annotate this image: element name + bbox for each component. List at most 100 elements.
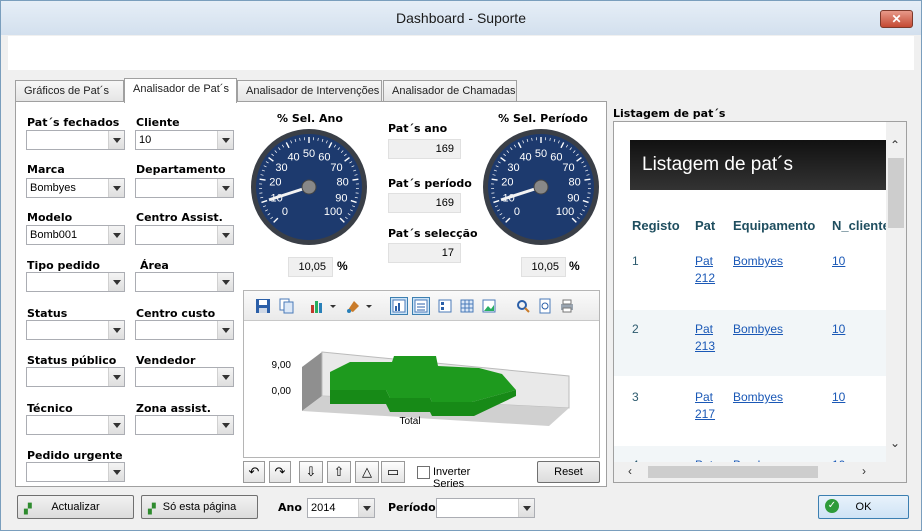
label-pats-ano: Pat´s ano — [388, 122, 448, 135]
cell-n-cliente-link[interactable]: 10 — [832, 390, 845, 404]
chevron-down-icon[interactable] — [328, 297, 338, 315]
centro-assist-select[interactable] — [135, 225, 234, 245]
close-button[interactable]: ✕ — [880, 10, 913, 28]
ok-button[interactable]: ✓ OK — [818, 495, 909, 519]
print-icon[interactable] — [558, 297, 576, 315]
cell-equipamento-link[interactable]: Bombyes — [733, 322, 783, 336]
actualizar-label: Actualizar — [51, 501, 100, 513]
select-value: Bombyes — [30, 182, 76, 194]
scroll-left-icon[interactable]: ‹ — [628, 464, 632, 478]
tab-analisador-chamadas[interactable]: Analisador de Chamadas — [383, 80, 517, 102]
tecnico-select[interactable] — [26, 415, 125, 435]
status-publico-select[interactable] — [26, 367, 125, 387]
actualizar-button[interactable]: ▞ Actualizar — [17, 495, 134, 519]
palette-icon[interactable] — [344, 297, 362, 315]
window-title: Dashboard - Suporte — [396, 10, 526, 26]
perspective-up-icon[interactable]: △ — [355, 461, 379, 483]
so-esta-pagina-button[interactable]: ▞ Só esta página — [141, 495, 258, 519]
pats-seleccao-value: 17 — [388, 243, 461, 263]
select-value: Bomb001 — [30, 229, 78, 241]
print-preview-icon[interactable] — [536, 297, 554, 315]
tilt-down-icon[interactable]: ⇩ — [299, 461, 323, 483]
chart-type-icon[interactable] — [308, 297, 326, 315]
table-row[interactable]: 1 Pat 212 Bombyes 10 — [614, 242, 886, 308]
label-pedido-urgente: Pedido urgente — [27, 449, 123, 462]
vendedor-select[interactable] — [135, 367, 234, 387]
pats-periodo-value: 169 — [388, 193, 461, 213]
rotate-left-icon[interactable]: ↶ — [243, 461, 265, 483]
scroll-down-icon[interactable]: ⌄ — [890, 436, 900, 450]
cell-registo: 3 — [632, 390, 639, 404]
grid-icon[interactable] — [458, 297, 476, 315]
y-tick-label: 9,00 — [272, 360, 292, 371]
gauge-tick-label: 80 — [568, 177, 580, 189]
cell-n-cliente-link[interactable]: 10 — [832, 254, 845, 268]
vertical-scrollbar[interactable]: ⌃ ⌄ — [886, 122, 906, 462]
view-data-icon[interactable] — [412, 297, 430, 315]
cell-pat-number[interactable]: 213 — [695, 339, 715, 353]
area-select[interactable] — [135, 272, 234, 292]
gauge-tick-label: 100 — [556, 206, 574, 218]
tab-analisador-intervencoes[interactable]: Analisador de Intervenções — [237, 80, 382, 102]
save-icon[interactable] — [254, 297, 272, 315]
copy-icon[interactable] — [278, 297, 296, 315]
table-row[interactable]: 3 Pat 217 Bombyes 10 — [614, 378, 886, 444]
ano-select[interactable]: 2014 — [307, 498, 375, 518]
cell-pat-link[interactable]: Pat — [695, 254, 713, 268]
label-status: Status — [27, 307, 68, 320]
scroll-right-icon[interactable]: › — [862, 464, 866, 478]
cell-equipamento-link[interactable]: Bombyes — [733, 254, 783, 268]
listagem-panel: Listagem de pat´s Registo Pat Equipament… — [613, 121, 907, 483]
rotate-right-icon[interactable]: ↷ — [269, 461, 291, 483]
reset-button[interactable]: Reset — [537, 461, 600, 483]
zoom-icon[interactable] — [514, 297, 532, 315]
view-chart-icon[interactable] — [390, 297, 408, 315]
image-icon[interactable] — [480, 297, 498, 315]
col-registo: Registo — [632, 218, 680, 233]
label-pats-fechados: Pat´s fechados — [27, 116, 120, 129]
gauge-ano-value: 10,05 — [288, 257, 333, 277]
modelo-select[interactable]: Bomb001 — [26, 225, 125, 245]
status-select[interactable] — [26, 320, 125, 340]
gauge-tick-label: 30 — [507, 162, 519, 174]
bar-chart: 9,00 0,00 Total — [272, 351, 570, 427]
cliente-select[interactable]: 10 — [135, 130, 234, 150]
chevron-down-icon — [108, 321, 124, 339]
scroll-up-icon[interactable]: ⌃ — [890, 138, 900, 152]
cell-equipamento-link[interactable]: Bombyes — [733, 390, 783, 404]
periodo-select[interactable] — [436, 498, 535, 518]
horizontal-scrollbar[interactable]: ‹ › — [614, 462, 906, 482]
cell-pat-number[interactable]: 217 — [695, 407, 715, 421]
inverter-series-checkbox[interactable] — [417, 466, 430, 479]
centro-custo-select[interactable] — [135, 320, 234, 340]
pedido-urgente-select[interactable] — [26, 462, 125, 482]
list-section-title: Listagem de pat´s — [613, 107, 726, 120]
tab-graficos[interactable]: Gráficos de Pat´s — [15, 80, 124, 102]
legend-icon[interactable] — [436, 297, 454, 315]
zona-assist-select[interactable] — [135, 415, 234, 435]
tilt-up-icon[interactable]: ⇧ — [327, 461, 351, 483]
pats-fechados-select[interactable] — [26, 130, 125, 150]
departamento-select[interactable] — [135, 178, 234, 198]
cell-pat-link[interactable]: Pat — [695, 390, 713, 404]
y-tick-label: 0,00 — [272, 386, 292, 397]
cell-pat-link[interactable]: Pat — [695, 322, 713, 336]
cell-n-cliente-link[interactable]: 10 — [832, 322, 845, 336]
gauge-tick-label: 0 — [514, 206, 520, 218]
chevron-down-icon[interactable] — [364, 297, 374, 315]
chevron-down-icon — [108, 416, 124, 434]
label-vendedor: Vendedor — [136, 354, 196, 367]
x-category-label: Total — [399, 416, 420, 427]
scroll-thumb[interactable] — [888, 158, 904, 228]
scroll-thumb[interactable] — [648, 466, 818, 478]
perspective-down-icon[interactable]: ▭ — [381, 461, 405, 483]
table-row[interactable]: 2 Pat 213 Bombyes 10 — [614, 310, 886, 376]
tipo-pedido-select[interactable] — [26, 272, 125, 292]
tab-analisador-pats[interactable]: Analisador de Pat´s — [124, 78, 237, 103]
gauge-tick-label: 70 — [562, 162, 574, 174]
cell-pat-number[interactable]: 212 — [695, 271, 715, 285]
inverter-series-label: Inverter Series — [433, 466, 471, 490]
marca-select[interactable]: Bombyes — [26, 178, 125, 198]
chart-frame: 9,00 0,00 Total — [243, 290, 600, 458]
label-pats-seleccao: Pat´s selecção — [388, 227, 478, 240]
